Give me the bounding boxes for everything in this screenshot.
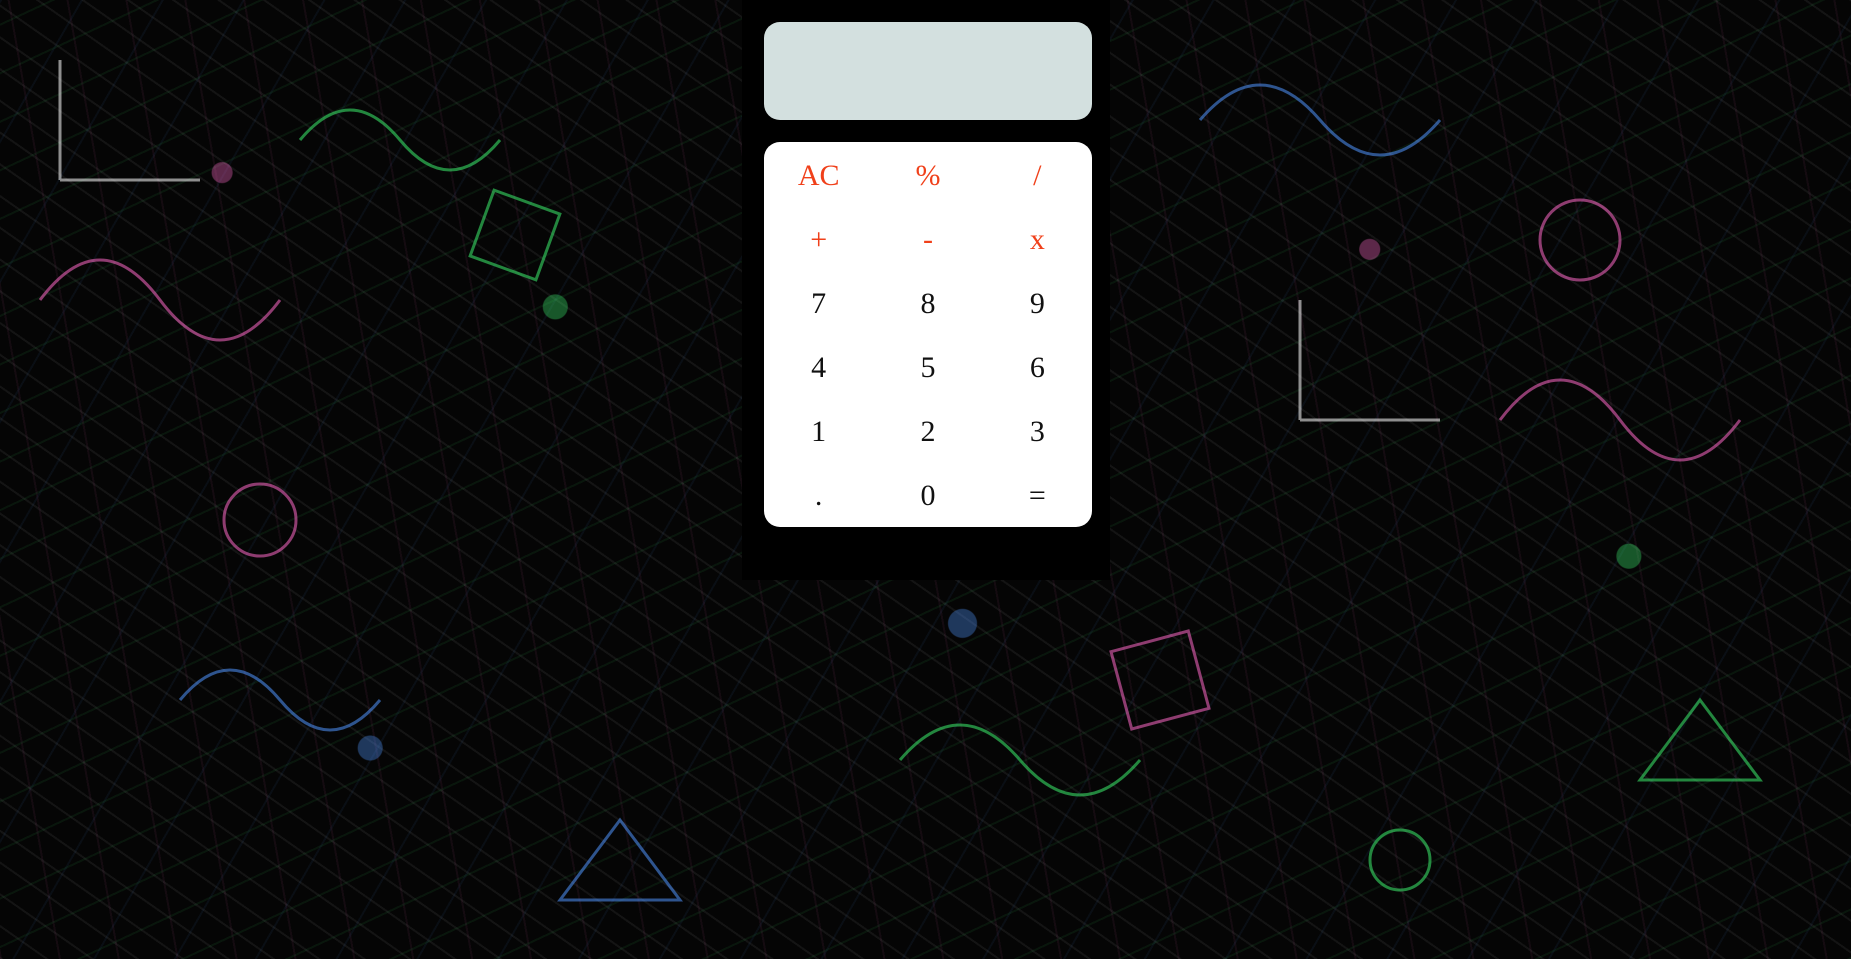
digit-6-button[interactable]: 6 xyxy=(983,336,1092,400)
digit-5-button[interactable]: 5 xyxy=(873,336,982,400)
digit-1-button[interactable]: 1 xyxy=(764,400,873,464)
digit-8-button[interactable]: 8 xyxy=(873,272,982,336)
clear-button[interactable]: AC xyxy=(764,144,873,208)
digit-2-button[interactable]: 2 xyxy=(873,400,982,464)
digit-7-button[interactable]: 7 xyxy=(764,272,873,336)
add-button[interactable]: + xyxy=(764,208,873,272)
digit-3-button[interactable]: 3 xyxy=(983,400,1092,464)
digit-4-button[interactable]: 4 xyxy=(764,336,873,400)
percent-button[interactable]: % xyxy=(873,144,982,208)
calculator-keypad: AC% / + - x 7 8 9 4 5 6 1 2 3. 0 = xyxy=(764,142,1092,527)
subtract-button[interactable]: - xyxy=(873,208,982,272)
decimal-button[interactable]: . xyxy=(764,464,873,528)
calculator-display xyxy=(764,22,1092,120)
divide-button[interactable]: / xyxy=(983,144,1092,208)
digit-9-button[interactable]: 9 xyxy=(983,272,1092,336)
multiply-button[interactable]: x xyxy=(983,208,1092,272)
equals-button[interactable]: = xyxy=(983,464,1092,528)
digit-0-button[interactable]: 0 xyxy=(873,464,982,528)
